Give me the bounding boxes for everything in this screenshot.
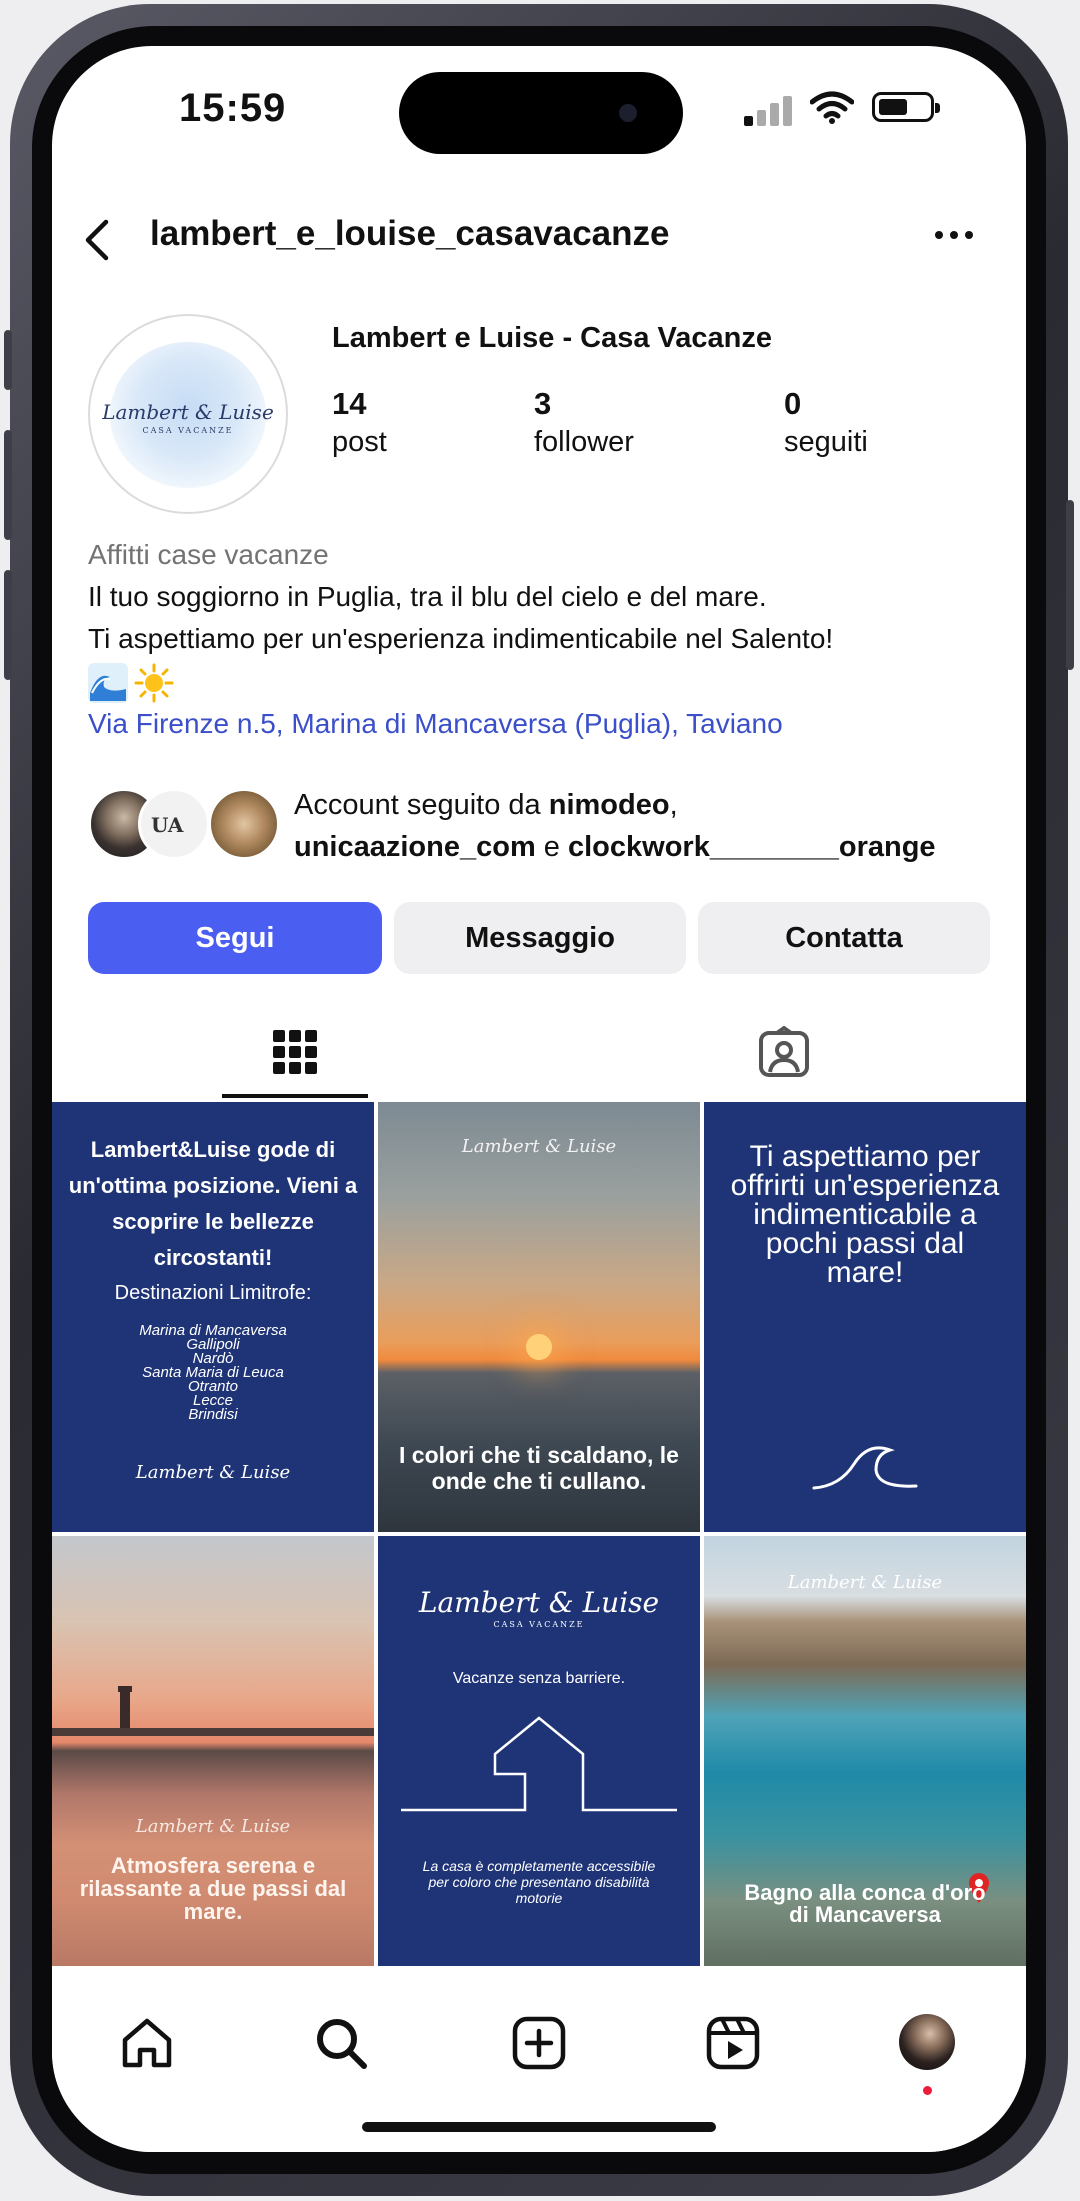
profile-header: lambert_e_louise_casavacanze (52, 196, 1026, 276)
search-icon[interactable] (314, 2016, 368, 2070)
home-indicator (362, 2122, 716, 2132)
reels-icon[interactable] (706, 2016, 760, 2070)
status-time: 15:59 (179, 86, 287, 130)
tagged-icon[interactable] (758, 1026, 810, 1078)
house-icon (401, 1716, 677, 1812)
activity-dot (923, 2086, 932, 2095)
wifi-icon (810, 91, 854, 124)
stat-posts: 14 post (332, 386, 387, 458)
mute-switch (4, 330, 12, 390)
post-5-brand: Lambert & Luise CASA VACANZE (418, 1586, 660, 1629)
follower-avatar-2: UA (138, 788, 210, 860)
bio-line-2: Ti aspettiamo per un'esperienza indiment… (88, 623, 834, 654)
profile-bio: Affitti case vacanze Il tuo soggiorno in… (88, 534, 1008, 745)
post-tile-5[interactable]: Lambert & Luise CASA VACANZE Vacanze sen… (378, 1536, 700, 1966)
post-1-brand: Lambert & Luise (135, 1462, 291, 1483)
grid-icon[interactable] (273, 1030, 317, 1074)
profile-username: lambert_e_louise_casavacanze (150, 214, 670, 253)
post-2-caption: I colori che ti scaldano, le onde che ti… (399, 1442, 679, 1494)
post-1-places: Marina di Mancaversa Gallipoli Nardò San… (139, 1322, 287, 1423)
bio-emojis (88, 662, 174, 703)
back-icon[interactable] (80, 218, 114, 262)
dynamic-island (399, 72, 683, 154)
contact-button[interactable]: Contatta (698, 902, 990, 974)
post-6-caption: Bagno alla conca d'oro di Mancaversa (744, 1880, 986, 1927)
wave-logo-icon (812, 1446, 918, 1490)
lighthouse-silhouette (52, 1686, 374, 1736)
volume-down-button (4, 570, 12, 680)
battery-icon (872, 92, 940, 122)
post-4-brand: Lambert & Luise (135, 1816, 291, 1837)
sun-icon (134, 663, 174, 703)
follower-avatar-3 (208, 788, 280, 860)
profile-address-link[interactable]: Via Firenze n.5, Marina di Mancaversa (P… (88, 703, 1008, 745)
profile-tabs (52, 1012, 1026, 1094)
power-button (1066, 500, 1074, 670)
wave-icon (88, 662, 128, 703)
profile-avatar-icon[interactable] (899, 2014, 955, 2070)
post-tile-2[interactable]: Lambert & Luise I colori che ti scaldano… (378, 1102, 700, 1532)
post-1-subtitle: Destinazioni Limitrofe: (114, 1282, 312, 1304)
followed-by-text: Account seguito da nimodeo, unicaazione_… (294, 789, 936, 863)
screen: 15:59 lambert_e_louise_casavacanze Lambe… (52, 46, 1026, 2152)
stat-followers[interactable]: 3 follower (534, 386, 634, 459)
create-icon[interactable] (512, 2016, 566, 2070)
more-icon[interactable] (934, 230, 974, 240)
post-tile-6[interactable]: Lambert & Luise Bagno alla conca d'oro d… (704, 1536, 1026, 1966)
bio-line-1: Il tuo soggiorno in Puglia, tra il blu d… (88, 581, 767, 612)
signal-icon (744, 94, 794, 126)
posts-grid: Lambert&Luise gode di un'ottima posizion… (52, 1102, 1026, 1968)
post-5-body: La casa è completamente accessibile per … (422, 1858, 656, 1906)
post-6-brand: Lambert & Luise (787, 1572, 943, 1593)
post-1-title: Lambert&Luise gode di un'ottima posizion… (68, 1137, 358, 1270)
profile-avatar[interactable]: Lambert & Luise CASA VACANZE (88, 314, 288, 514)
post-3-text: Ti aspettiamo per offrirti un'esperienza… (730, 1140, 1000, 1289)
post-tile-4[interactable]: Lambert & Luise Atmosfera serena e rilas… (52, 1536, 374, 1966)
message-button[interactable]: Messaggio (394, 902, 686, 974)
profile-category: Affitti case vacanze (88, 539, 329, 570)
post-tile-1[interactable]: Lambert&Luise gode di un'ottima posizion… (52, 1102, 374, 1532)
tab-active-indicator (222, 1094, 368, 1098)
follow-button[interactable]: Segui (88, 902, 382, 974)
post-4-caption: Atmosfera serena e rilassante a due pass… (79, 1853, 347, 1924)
home-icon[interactable] (120, 2016, 174, 2070)
volume-up-button (4, 430, 12, 540)
followed-by[interactable]: UA Account seguito da nimodeo, unicaazio… (88, 782, 1018, 868)
display-name: Lambert e Luise - Casa Vacanze (332, 322, 773, 354)
avatar-logo: Lambert & Luise CASA VACANZE (102, 400, 274, 435)
post-5-tagline: Vacanze senza barriere. (452, 1670, 626, 1687)
post-2-brand: Lambert & Luise (461, 1136, 617, 1157)
sun-glow (526, 1334, 552, 1360)
post-tile-3[interactable]: Ti aspettiamo per offrirti un'esperienza… (704, 1102, 1026, 1532)
stat-following[interactable]: 0 seguiti (784, 386, 868, 459)
